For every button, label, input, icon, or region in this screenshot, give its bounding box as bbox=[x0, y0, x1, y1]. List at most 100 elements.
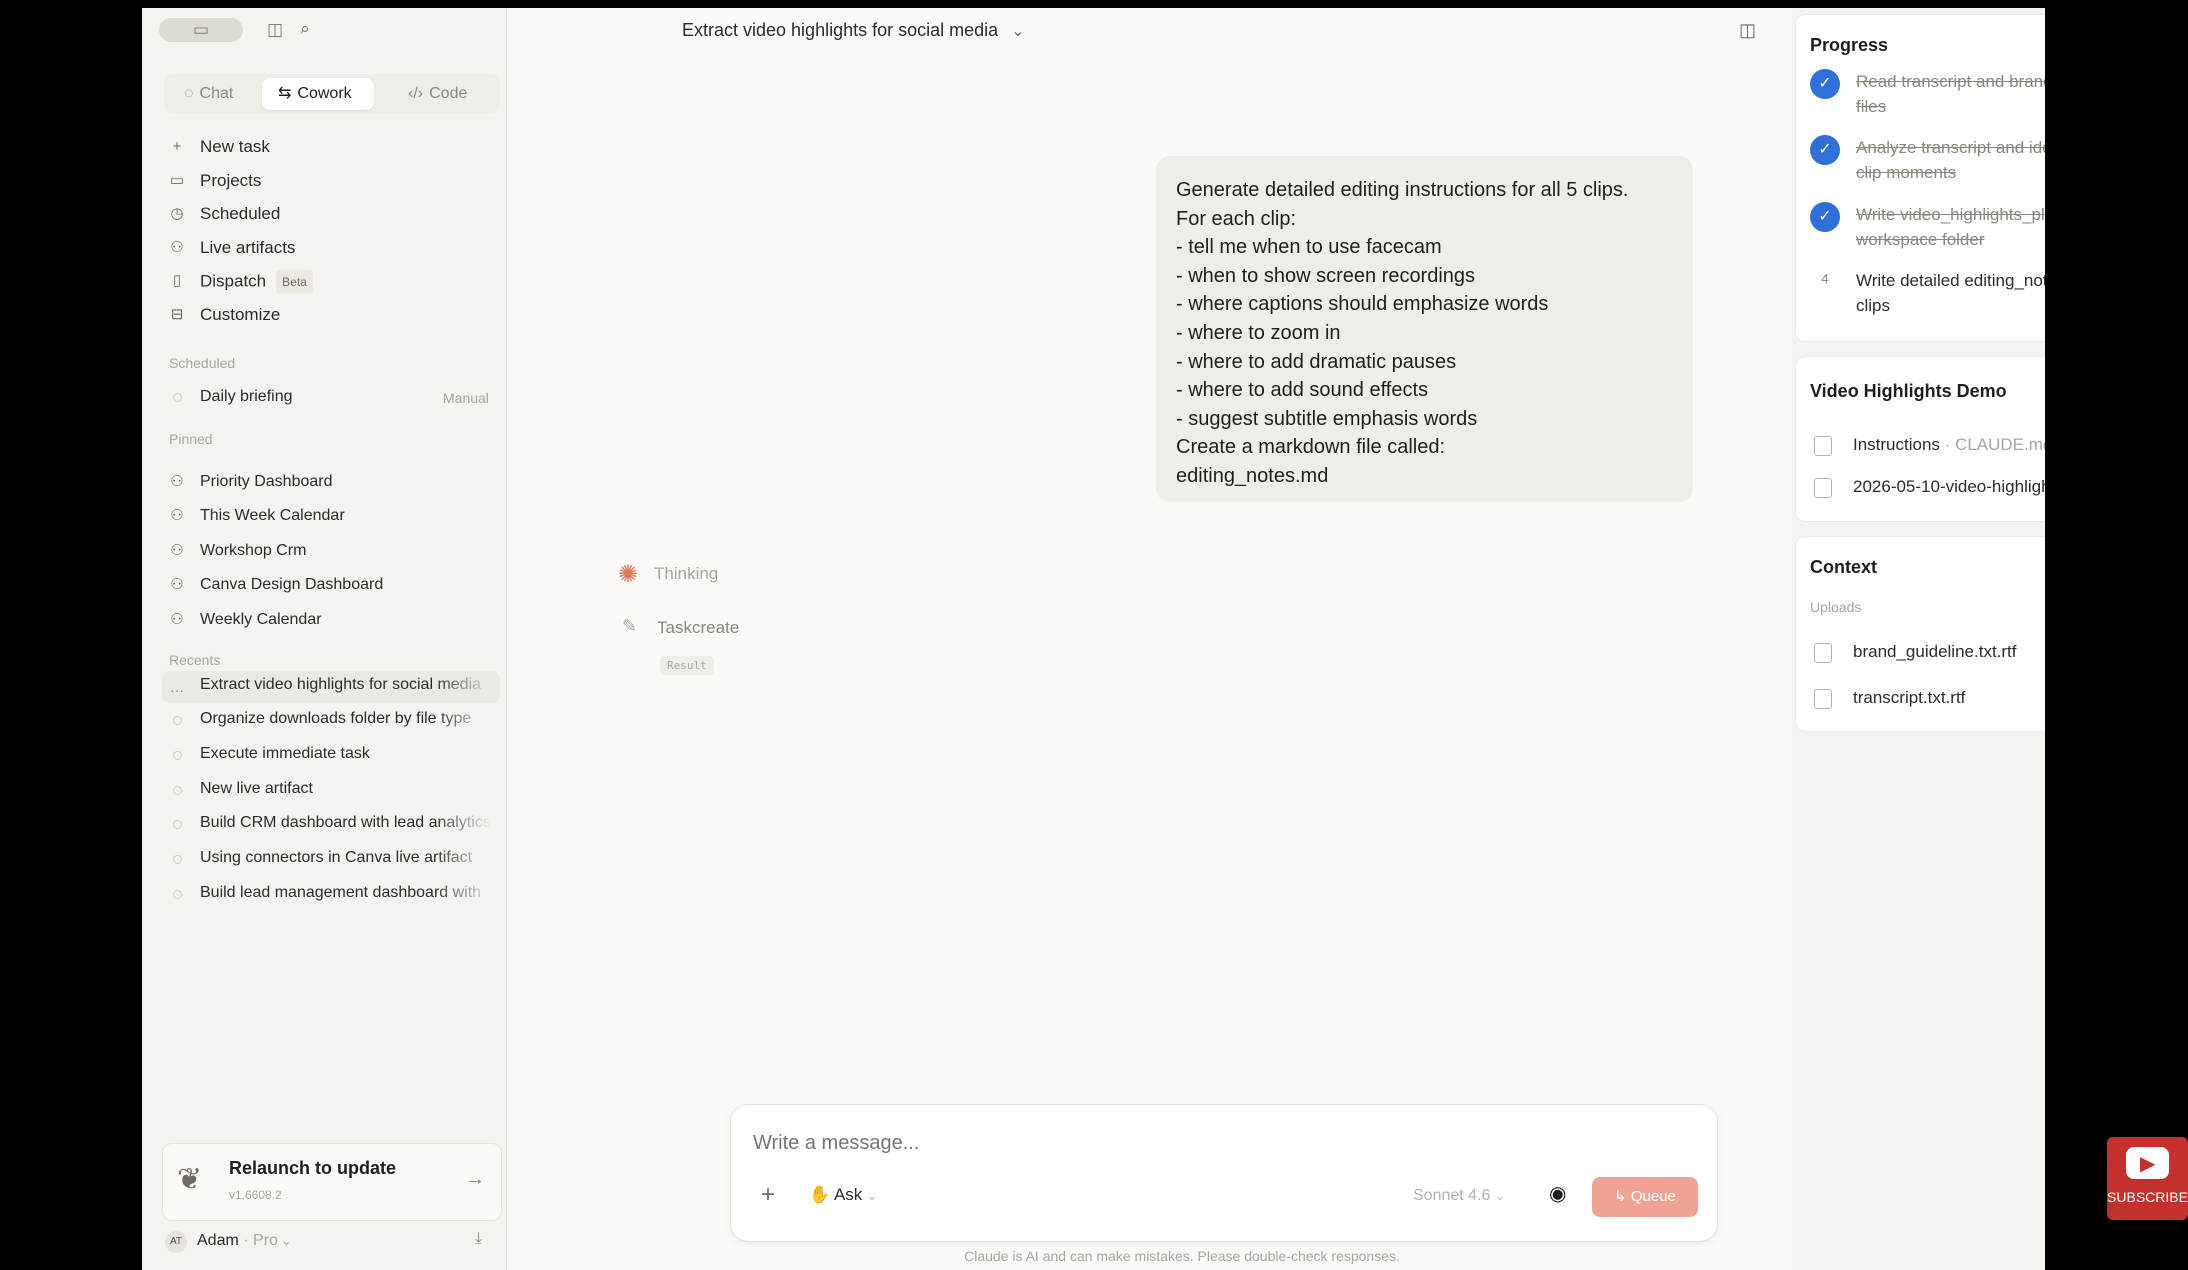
sidebar-toggle-button[interactable]: ▭ bbox=[159, 18, 243, 42]
tab-code[interactable]: ‹/› Code bbox=[402, 78, 482, 110]
user-plan: Pro bbox=[253, 1232, 278, 1249]
file-name: Instructions bbox=[1853, 435, 1940, 454]
phone-icon: ▯ bbox=[172, 272, 182, 289]
conversation-title[interactable]: Extract video highlights for social medi… bbox=[682, 20, 1025, 41]
chevron-down-icon: ⌄ bbox=[1011, 23, 1025, 40]
check-icon: ✓ bbox=[1810, 202, 1840, 232]
search-icon[interactable]: ⌕ bbox=[295, 19, 315, 39]
message-line: editing_notes.md bbox=[1176, 464, 1329, 487]
more-icon: ··· bbox=[170, 682, 184, 698]
chevron-down-icon: ⌄ bbox=[1494, 1189, 1505, 1203]
message-line: - where captions should emphasize words bbox=[1176, 293, 1549, 316]
message-input[interactable] bbox=[751, 1127, 1655, 1159]
download-icon[interactable]: ⤓ bbox=[475, 1230, 482, 1248]
status-dot-icon bbox=[173, 890, 182, 899]
tool-label: Taskcreate bbox=[657, 618, 740, 637]
status-dot-icon bbox=[173, 855, 182, 864]
side-panel-icon[interactable]: ◫ bbox=[1739, 20, 1756, 41]
file-icon bbox=[1814, 436, 1832, 456]
result-button[interactable]: Result bbox=[660, 656, 714, 675]
task-item: Read transcript and brand guideline file… bbox=[1856, 72, 2045, 116]
artifact-icon: ⚇ bbox=[170, 576, 184, 593]
check-icon: ✓ bbox=[1810, 69, 1840, 99]
uploads-heading: Uploads bbox=[1810, 599, 1862, 615]
tool-icon: ✎ bbox=[622, 616, 638, 636]
context-card: Context ⌄ Uploads brand_guideline.txt.rt… bbox=[1795, 536, 2045, 732]
clock-icon: ◷ bbox=[170, 205, 184, 222]
record-icon[interactable]: ◉ bbox=[1549, 1181, 1566, 1206]
message-line: - when to show screen recordings bbox=[1176, 264, 1476, 287]
arrow-right-icon: → bbox=[465, 1168, 485, 1190]
beta-badge: Beta bbox=[276, 270, 313, 294]
mode-select[interactable]: ✋ Ask ⌄ bbox=[809, 1185, 877, 1205]
status-dot-icon bbox=[173, 393, 182, 402]
composer: + ✋ Ask ⌄ Sonnet 4.6 ⌄ ◉ ↳ Queue bbox=[730, 1104, 1718, 1242]
subscribe-label: SUBSCRIBE bbox=[2107, 1189, 2188, 1205]
pinned-heading: Pinned bbox=[169, 431, 213, 447]
status-dot-icon bbox=[173, 716, 182, 725]
app-window: ▭ ◫ ⌕ ◌ Chat ⇆ Cowork ‹/› Code + New task ▭… bbox=[142, 8, 2045, 1270]
add-attachment-icon[interactable]: + bbox=[761, 1181, 775, 1209]
message-line: Create a markdown file called: bbox=[1176, 436, 1446, 459]
project-title: Video Highlights Demo bbox=[1810, 381, 2007, 401]
message-line: - tell me when to use facecam bbox=[1176, 236, 1442, 259]
status-dot-icon bbox=[173, 786, 182, 795]
queue-button[interactable]: ↳ Queue bbox=[1592, 1177, 1698, 1217]
status-dot-icon bbox=[173, 751, 182, 760]
mode-switcher: ◌ Chat ⇆ Cowork ‹/› Code bbox=[164, 74, 500, 114]
chevron-down-icon: ⌄ bbox=[867, 1189, 878, 1203]
panel-icon[interactable]: ◫ bbox=[265, 20, 285, 40]
file-icon bbox=[1814, 643, 1832, 663]
folder-icon: ▭ bbox=[169, 172, 185, 189]
progress-title: Progress bbox=[1810, 35, 1889, 55]
cowork-icon: ⇆ bbox=[278, 85, 292, 102]
file-name: 2026-05-10-video-highlights-pl... bbox=[1853, 477, 2045, 496]
file-icon bbox=[1814, 689, 1832, 709]
relaunch-title: Relaunch to update bbox=[229, 1158, 397, 1178]
tab-chat[interactable]: ◌ Chat bbox=[174, 78, 250, 110]
status-dot-icon bbox=[173, 820, 182, 829]
message-line: Generate detailed editing instructions f… bbox=[1176, 179, 1629, 201]
message-line: - where to add dramatic pauses bbox=[1176, 350, 1457, 373]
artifact-icon: ⚇ bbox=[170, 473, 184, 490]
model-select[interactable]: Sonnet 4.6 ⌄ bbox=[1413, 1187, 1505, 1205]
user-message: Generate detailed editing instructions f… bbox=[1156, 156, 1693, 502]
youtube-logo-icon: ▶ bbox=[2126, 1147, 2169, 1179]
check-icon: ✓ bbox=[1810, 135, 1840, 165]
chat-icon: ◌ bbox=[184, 85, 194, 102]
message-line: For each clip: bbox=[1176, 207, 1297, 230]
artifact-icon: ⚇ bbox=[170, 239, 184, 256]
hand-icon: ✋ bbox=[809, 1185, 831, 1204]
sparkle-icon: ✺ bbox=[618, 561, 639, 588]
thinking-label: Thinking bbox=[654, 564, 719, 583]
queue-icon: ↳ bbox=[1614, 1188, 1627, 1205]
sidebar: ▭ ◫ ⌕ ◌ Chat ⇆ Cowork ‹/› Code + New task ▭… bbox=[142, 8, 507, 1270]
leaf-icon: ❦ bbox=[177, 1163, 203, 1196]
artifact-icon: ⚇ bbox=[170, 507, 184, 524]
play-icon: ▶ bbox=[2140, 1153, 2156, 1175]
file-name: brand_guideline.txt.rtf bbox=[1853, 642, 2017, 661]
chevron-down-icon: ⌄ bbox=[277, 1234, 292, 1248]
artifact-icon: ⚇ bbox=[170, 611, 184, 628]
nav-dispatch-label: Dispatch bbox=[200, 271, 267, 291]
message-line: - suggest subtitle emphasis words bbox=[1176, 407, 1478, 430]
context-title: Context bbox=[1810, 557, 1877, 577]
avatar: AT bbox=[165, 1231, 187, 1253]
message-line: - where to zoom in bbox=[1176, 321, 1341, 344]
file-icon bbox=[1814, 478, 1832, 498]
progress-card: Progress ⌄ ✓ Read transcript and brand g… bbox=[1795, 14, 2045, 342]
window-icon: ▭ bbox=[192, 20, 210, 39]
plus-icon: + bbox=[172, 138, 182, 155]
file-suffix: · CLAUDE.md bbox=[1939, 435, 2045, 454]
disclaimer: Claude is AI and can make mistakes. Plea… bbox=[964, 1248, 1400, 1264]
project-card: Video Highlights Demo ⧉ ⌄ Instructions ·… bbox=[1795, 356, 2045, 522]
task-number: 4 bbox=[1821, 271, 1829, 286]
scheduled-heading: Scheduled bbox=[169, 355, 236, 371]
artifact-icon: ⚇ bbox=[170, 542, 184, 559]
relaunch-card[interactable]: ❦ Relaunch to update v1.6608.2 → bbox=[162, 1143, 502, 1221]
version-label: v1.6608.2 bbox=[229, 1188, 282, 1202]
task-item: Write video_highlights_plan.md to worksp… bbox=[1856, 205, 2045, 249]
tab-cowork[interactable]: ⇆ Cowork bbox=[262, 78, 374, 110]
user-name: Adam bbox=[197, 1232, 239, 1249]
youtube-subscribe-button[interactable]: ▶ SUBSCRIBE bbox=[2107, 1137, 2188, 1220]
